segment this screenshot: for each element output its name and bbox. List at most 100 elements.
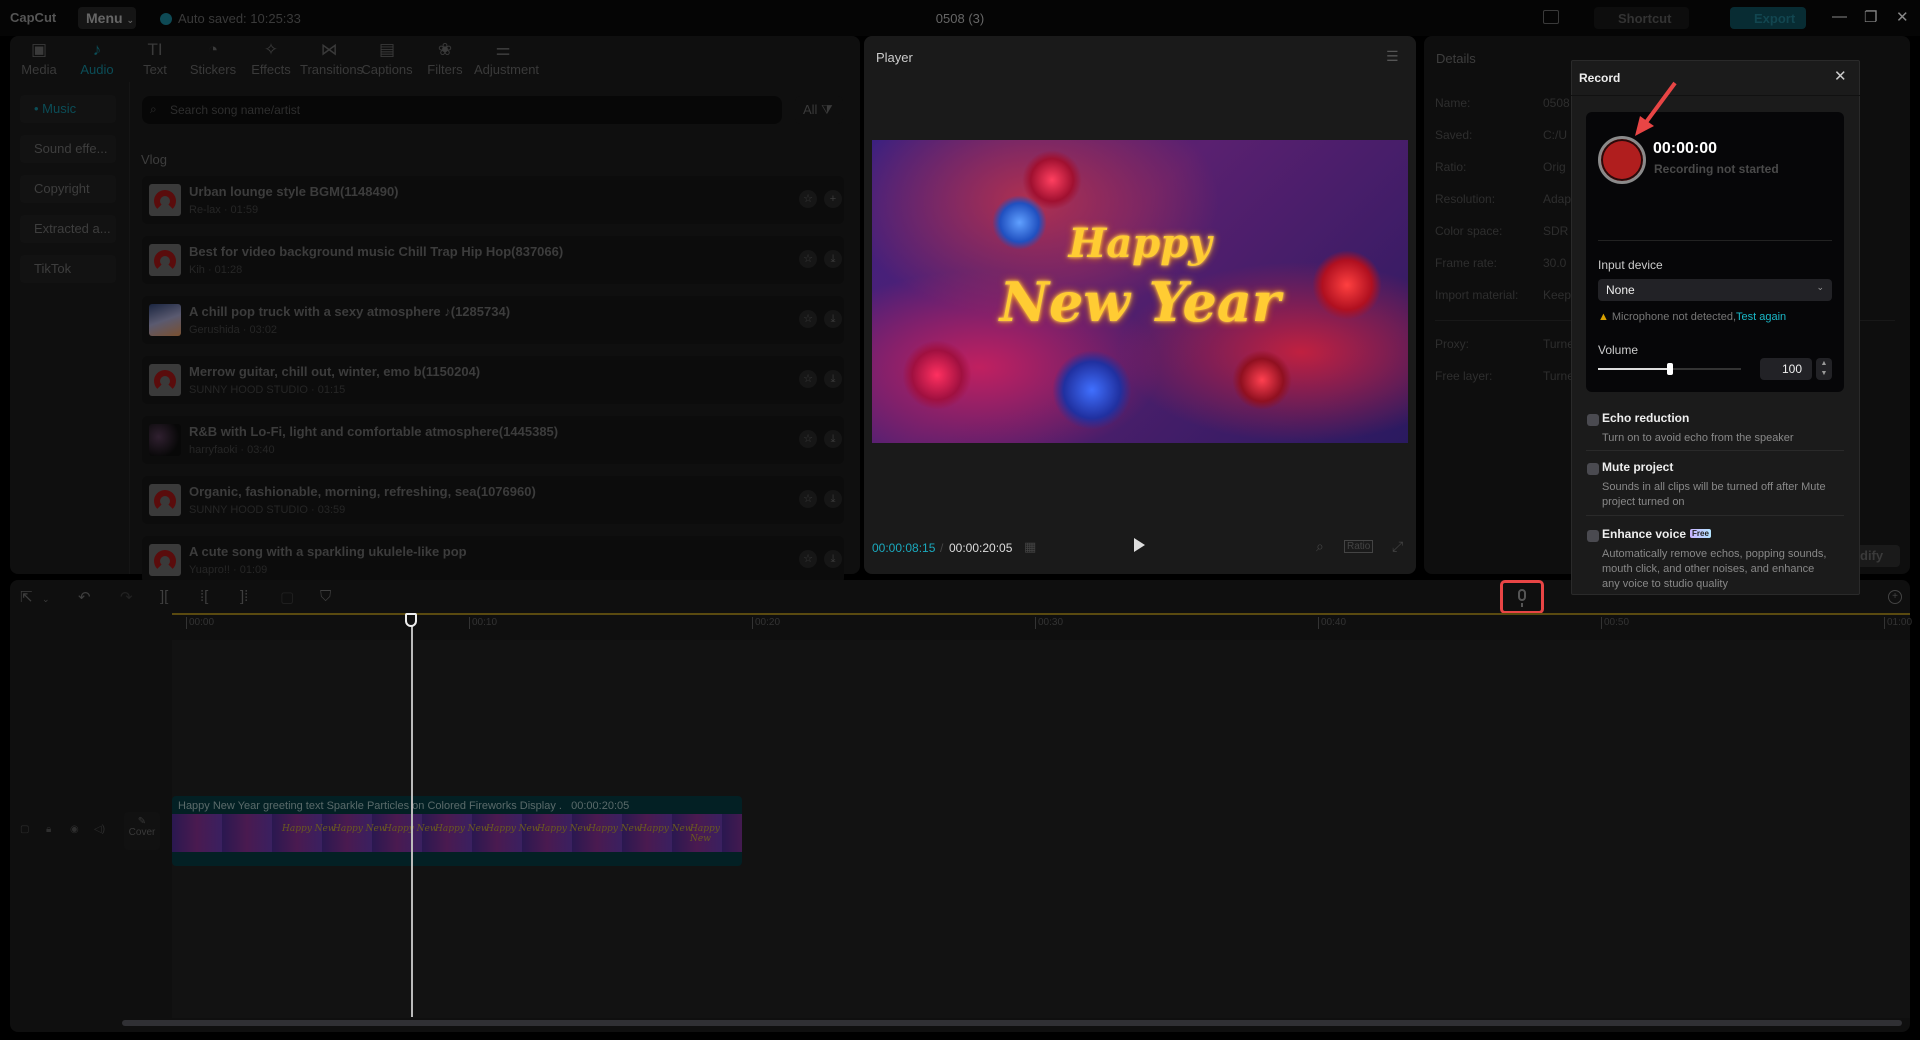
option-checkbox[interactable] [1587, 530, 1599, 542]
test-again-link[interactable]: Test again [1736, 311, 1786, 323]
song-title: Best for video background music Chill Tr… [189, 244, 564, 259]
tab-text[interactable]: TI Text [126, 36, 184, 82]
cover-button[interactable]: ✎ Cover [124, 812, 160, 850]
tab-effects[interactable]: ✧ Effects [242, 36, 300, 82]
timecode-separator: / [940, 541, 944, 555]
song-item[interactable]: A cute song with a sparkling ukulele-lik… [142, 536, 844, 584]
category-item[interactable]: TikTok [20, 255, 116, 283]
annotation-arrow-icon [1635, 81, 1677, 136]
details-label: Import material: [1435, 288, 1519, 302]
star-icon[interactable]: ☆ [799, 430, 817, 448]
tab-adjustment[interactable]: ⚌ Adjustment [474, 36, 540, 82]
undo-icon[interactable]: ↶ [78, 588, 91, 606]
download-icon[interactable]: ⤓ [824, 370, 842, 388]
star-icon[interactable]: ☆ [799, 310, 817, 328]
song-item[interactable]: Best for video background music Chill Tr… [142, 236, 844, 284]
star-icon[interactable]: ☆ [799, 550, 817, 568]
record-start-button[interactable] [1598, 136, 1646, 184]
category-item[interactable]: Extracted a... [20, 215, 116, 243]
input-device-label: Input device [1598, 258, 1663, 272]
song-title: A chill pop truck with a sexy atmosphere… [189, 304, 511, 319]
lock-icon[interactable]: 🔒︎ [46, 824, 51, 835]
song-thumbnail [149, 484, 181, 516]
category-item[interactable]: • Music [20, 95, 116, 123]
category-item[interactable]: Copyright [20, 175, 116, 203]
eye-icon[interactable]: ◉ [70, 824, 79, 835]
details-value: Keep [1543, 288, 1572, 302]
song-item[interactable]: Merrow guitar, chill out, winter, emo b(… [142, 356, 844, 404]
close-window-icon[interactable]: ✕ [1896, 8, 1909, 26]
minimize-icon[interactable]: — [1832, 8, 1847, 25]
song-item[interactable]: Urban lounge style BGM(1148490) Re-lax · … [142, 176, 844, 224]
trim-left-icon[interactable]: ⁞[ [200, 588, 208, 605]
redo-icon[interactable]: ↷ [120, 588, 133, 606]
download-icon[interactable]: ⤓ [824, 490, 842, 508]
playhead[interactable] [411, 613, 413, 1017]
zoom-in-icon[interactable]: + [1888, 590, 1902, 604]
maximize-icon[interactable]: ❐ [1864, 8, 1877, 26]
volume-icon[interactable]: ◁) [94, 824, 105, 835]
ruler-tick-label: 00:20 [752, 617, 780, 629]
song-thumbnail [149, 364, 181, 396]
tab-label: Stickers [189, 62, 237, 77]
trim-right-icon[interactable]: ]⁞ [240, 588, 248, 605]
playhead-handle[interactable] [405, 613, 417, 627]
volume-stepper[interactable]: ▲ ▼ [1816, 358, 1832, 380]
tab-filters[interactable]: ❀ Filters [416, 36, 474, 82]
tab-stickers[interactable]: ◔ Stickers [184, 36, 242, 82]
song-item[interactable]: Organic, fashionable, morning, refreshin… [142, 476, 844, 524]
menu-icon[interactable]: ☰ [1386, 48, 1399, 65]
star-icon[interactable]: ☆ [799, 490, 817, 508]
horizontal-scrollbar[interactable] [122, 1020, 1902, 1026]
shortcut-button[interactable]: Shortcut [1594, 7, 1689, 29]
record-status: Recording not started [1654, 162, 1779, 176]
video-preview[interactable]: Happy New Year [872, 140, 1408, 443]
details-value: C:/U [1543, 128, 1567, 142]
tab-transitions[interactable]: ⋈ Transitions [300, 36, 363, 82]
delete-icon[interactable]: ▢ [280, 588, 294, 606]
volume-slider-handle[interactable] [1666, 363, 1673, 375]
timeline-ruler[interactable]: 00:00 00:10 00:20 00:30 00:40 00:50 01:00 [120, 613, 1912, 629]
download-icon[interactable]: ⤓ [824, 430, 842, 448]
song-title: Merrow guitar, chill out, winter, emo b(… [189, 364, 481, 379]
filter-dropdown[interactable]: All ⧩ [795, 96, 843, 124]
play-button[interactable] [1134, 538, 1145, 552]
category-item[interactable]: Sound effe... [20, 135, 116, 163]
grid-icon[interactable]: ▦ [1024, 539, 1036, 555]
chevron-down-icon[interactable]: ⌄ [42, 594, 50, 605]
tab-audio[interactable]: ♪ Audio [68, 36, 126, 82]
close-icon[interactable]: ✕ [1834, 67, 1847, 85]
option-checkbox[interactable] [1587, 463, 1599, 475]
song-search-input[interactable]: ⌕ Search song name/artist [142, 96, 782, 124]
download-icon[interactable]: ⤓ [824, 550, 842, 568]
fullscreen-icon[interactable]: ⤢ [1392, 538, 1403, 555]
zoom-preview-icon[interactable]: ⌕ [1316, 538, 1324, 555]
star-icon[interactable]: ☆ [799, 370, 817, 388]
ruler-tick-label: 01:00 [1884, 617, 1912, 629]
song-item[interactable]: R&B with Lo-Fi, light and comfortable at… [142, 416, 844, 464]
ratio-button[interactable]: Ratio [1344, 540, 1374, 553]
record-audio-button[interactable] [1500, 580, 1544, 614]
tab-media[interactable]: ▣ Media [10, 36, 68, 82]
video-clip[interactable]: Happy New Year greeting text Sparkle Par… [172, 796, 742, 866]
details-value: Orig [1543, 160, 1566, 174]
export-button[interactable]: Export [1730, 7, 1806, 29]
song-item[interactable]: A chill pop truck with a sexy atmosphere… [142, 296, 844, 344]
download-icon[interactable]: ⤓ [824, 250, 842, 268]
star-icon[interactable]: ☆ [799, 190, 817, 208]
volume-input[interactable]: 100 [1760, 358, 1812, 380]
star-icon[interactable]: ☆ [799, 250, 817, 268]
download-icon[interactable]: ⤓ [824, 310, 842, 328]
details-value: 0508 [1543, 96, 1570, 110]
layout-icon[interactable] [1543, 10, 1559, 24]
track-toggle-icon[interactable]: ▢ [20, 824, 29, 835]
add-icon[interactable]: + [824, 190, 842, 208]
split-icon[interactable]: ][ [160, 588, 168, 605]
free-badge: Free [1690, 529, 1711, 538]
input-device-select[interactable]: None ⌄ [1598, 279, 1832, 301]
option-checkbox[interactable] [1587, 414, 1599, 426]
tab-label: Adjustment [474, 62, 540, 77]
marker-icon[interactable]: ⛉ [320, 588, 331, 605]
tab-captions[interactable]: ▤ Captions [358, 36, 416, 82]
select-tool-icon[interactable]: ⇱ [20, 588, 33, 606]
